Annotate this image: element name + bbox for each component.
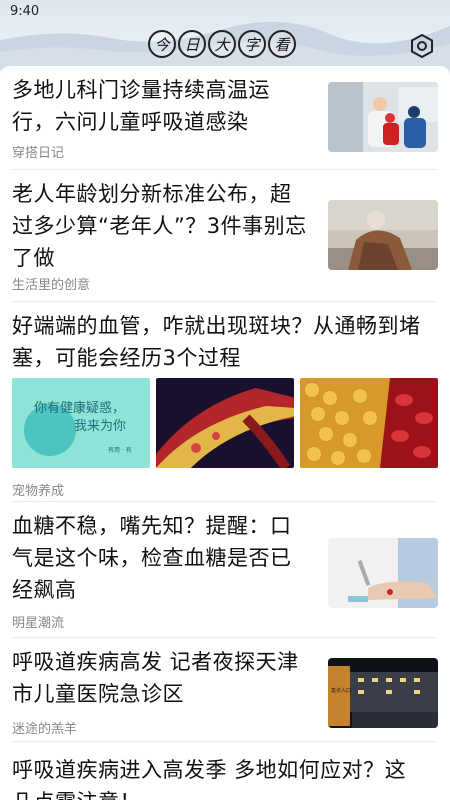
glucose-test-image (328, 538, 438, 608)
pediatric-clinic-image (328, 82, 438, 152)
news-thumbnail[interactable] (328, 538, 438, 608)
promo-banner-image: 你有健康疑惑， 我来为你 有用 · 有 (12, 378, 150, 468)
settings-button[interactable] (407, 31, 437, 61)
logo-char: 日 (178, 30, 206, 58)
news-thumbnail[interactable] (328, 200, 438, 270)
entrance-sign-text: 急诊入口 (331, 687, 351, 694)
status-bar-time: 9:40 (10, 4, 40, 19)
news-source: 明星潮流 (12, 616, 65, 631)
elderly-woman-image (328, 200, 438, 270)
logo-char: 大 (208, 30, 236, 58)
news-title[interactable]: 呼吸道疾病进入高发季 多地如何应对？这 (12, 754, 438, 786)
news-thumbnail[interactable] (328, 82, 438, 152)
image-tile[interactable]: 你有健康疑惑， 我来为你 有用 · 有 (12, 378, 150, 468)
news-item[interactable]: 呼吸道疾病进入高发季 多地如何应对？这 几点需注意！ (12, 742, 438, 800)
news-source: 穿搭日记 (12, 146, 65, 161)
logo-char: 今 (148, 30, 176, 58)
fat-cells-image (300, 378, 438, 468)
news-item[interactable]: 多地儿科门诊量持续高温运行，六问儿童呼吸道感染 穿搭日记 (12, 66, 438, 170)
news-title-line2[interactable]: 几点需注意！ (12, 786, 438, 800)
logo-char: 看 (268, 30, 296, 58)
news-source: 宠物养成 (12, 484, 65, 499)
news-thumbnail[interactable]: 急诊入口 (328, 658, 438, 728)
emergency-entrance-image: 急诊入口 (328, 658, 438, 728)
promo-text-line2: 我来为你 (74, 419, 126, 434)
news-title[interactable]: 多地儿科门诊量持续高温运行，六问儿童呼吸道感染 (12, 74, 312, 138)
blood-vessel-image (156, 378, 294, 468)
news-feed[interactable]: 多地儿科门诊量持续高温运行，六问儿童呼吸道感染 穿搭日记 老人年龄划分新标准公布… (0, 66, 450, 800)
app-logo: 今 日 大 字 看 (148, 30, 296, 60)
image-row[interactable]: 你有健康疑惑， 我来为你 有用 · 有 (12, 378, 438, 468)
logo-char: 字 (238, 30, 266, 58)
news-source: 生活里的创意 (12, 278, 91, 293)
news-title[interactable]: 血糖不稳，嘴先知？提醒：口气是这个味，检查血糖是否已经飙高 (12, 510, 312, 606)
news-item[interactable]: 血糖不稳，嘴先知？提醒：口气是这个味，检查血糖是否已经飙高 明星潮流 (12, 502, 438, 638)
image-tile[interactable] (156, 378, 294, 468)
promo-text-line1: 你有健康疑惑， (34, 400, 125, 416)
news-title[interactable]: 老人年龄划分新标准公布，超过多少算“老年人”？3件事别忘了做 (12, 178, 312, 274)
news-title[interactable]: 好端端的血管，咋就出现斑块？从通畅到堵塞，可能会经历3个过程 (12, 310, 438, 374)
news-title[interactable]: 呼吸道疾病高发 记者夜探天津市儿童医院急诊区 (12, 646, 312, 710)
news-source: 迷途的羔羊 (12, 722, 78, 737)
image-tile[interactable] (300, 378, 438, 468)
news-item[interactable]: 老人年龄划分新标准公布，超过多少算“老年人”？3件事别忘了做 生活里的创意 (12, 170, 438, 302)
news-item[interactable]: 好端端的血管，咋就出现斑块？从通畅到堵塞，可能会经历3个过程 你有健康疑惑， 我… (12, 302, 438, 502)
app-header: 9:40 今 日 大 字 看 (0, 0, 450, 70)
news-item[interactable]: 呼吸道疾病高发 记者夜探天津市儿童医院急诊区 迷途的羔羊 急诊入口 (12, 638, 438, 742)
promo-footer: 有用 · 有 (108, 446, 132, 454)
gear-hexagon-icon (411, 33, 433, 59)
